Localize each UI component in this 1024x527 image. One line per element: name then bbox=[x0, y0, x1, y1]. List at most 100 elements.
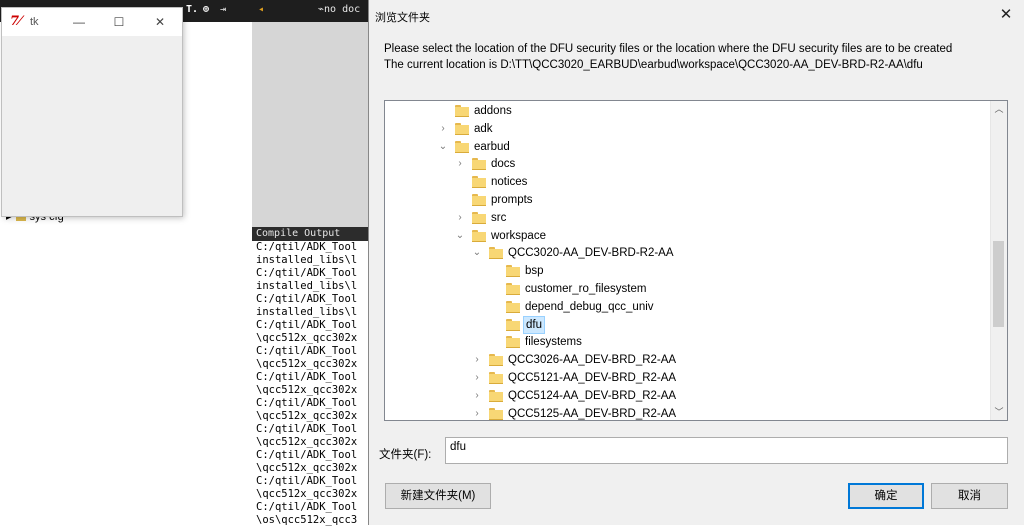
compile-output-line: C:/qtil/ADK_Tool bbox=[256, 423, 358, 435]
tree-node[interactable]: ⌄ workspace bbox=[385, 227, 985, 245]
tree-node-label: QCC5121-AA_DEV-BRD_R2-AA bbox=[508, 372, 677, 384]
chevron-right-icon[interactable]: › bbox=[472, 351, 482, 369]
tree-node[interactable]: › src bbox=[385, 209, 985, 227]
folder-icon bbox=[489, 389, 503, 402]
compile-output-line: C:/qtil/ADK_Tool bbox=[256, 475, 358, 487]
tree-node-label: src bbox=[491, 211, 507, 224]
chevron-down-icon[interactable]: ⌄ bbox=[472, 244, 482, 262]
compile-output-header: Compile Output bbox=[252, 227, 368, 241]
maximize-button[interactable]: ☐ bbox=[106, 12, 132, 32]
tree-node[interactable]: depend_debug_qcc_univ bbox=[385, 298, 985, 316]
tk-close-button[interactable]: ✕ bbox=[147, 12, 173, 32]
tree-node[interactable]: › adk bbox=[385, 120, 985, 138]
tree-node-label: workspace bbox=[491, 229, 546, 242]
tk-window-title: tk bbox=[30, 16, 39, 28]
compile-output-line: C:/qtil/ADK_Tool bbox=[256, 371, 358, 383]
tree-node[interactable]: › QCC5121-AA_DEV-BRD_R2-AA bbox=[385, 369, 985, 387]
folder-icon bbox=[472, 211, 486, 224]
tk-titlebar[interactable]: 7⁄ tk — ☐ ✕ bbox=[2, 8, 182, 36]
tree-vertical-scrollbar[interactable]: ︿ ﹀ bbox=[990, 101, 1007, 420]
editor-area bbox=[252, 22, 368, 227]
tree-node[interactable]: customer_ro_filesystem bbox=[385, 280, 985, 298]
toolbar-button-3[interactable]: ⇥ bbox=[220, 4, 226, 15]
tree-node-label: prompts bbox=[491, 194, 533, 206]
folder-icon bbox=[455, 105, 469, 117]
compile-output-line: \qcc512x_qcc302x bbox=[256, 384, 358, 396]
folder-tree[interactable]: addons › adk ⌄ earbud › docs notices prompts › src… bbox=[384, 100, 1008, 421]
compile-output-line: installed_libs\l bbox=[256, 306, 358, 318]
compile-output-line: \qcc512x_qcc302x bbox=[256, 488, 358, 500]
chevron-right-icon[interactable]: › bbox=[455, 209, 465, 227]
folder-icon bbox=[506, 283, 520, 295]
tree-node[interactable]: prompts bbox=[385, 191, 985, 209]
minimize-button[interactable]: — bbox=[66, 12, 92, 32]
tree-node[interactable]: dfu bbox=[385, 315, 985, 334]
folder-icon bbox=[489, 354, 503, 367]
compile-output-line: C:/qtil/ADK_Tool bbox=[256, 319, 358, 331]
back-arrow-icon[interactable]: ◂ bbox=[258, 4, 264, 15]
tree-node[interactable]: notices bbox=[385, 173, 985, 191]
cancel-button[interactable]: 取消 bbox=[931, 483, 1008, 509]
chevron-down-icon[interactable]: ⌄ bbox=[438, 138, 448, 156]
folder-icon bbox=[472, 176, 486, 189]
new-folder-button[interactable]: 新建文件夹(M) bbox=[385, 483, 491, 509]
tree-node-label: depend_debug_qcc_univ bbox=[525, 300, 654, 313]
tree-node[interactable]: addons bbox=[385, 102, 985, 120]
tree-node-label: adk bbox=[474, 122, 493, 135]
tree-node-label: filesystems bbox=[525, 336, 582, 349]
tree-node-label: QCC5125-AA_DEV-BRD_R2-AA bbox=[508, 407, 677, 420]
chevron-right-icon[interactable]: › bbox=[472, 369, 482, 387]
compile-output-line: C:/qtil/ADK_Tool bbox=[256, 267, 358, 279]
tree-node-label: QCC3020-AA_DEV-BRD-R2-AA bbox=[508, 247, 674, 260]
compile-output-line: \qcc512x_qcc302x bbox=[256, 358, 358, 370]
chevron-right-icon[interactable]: › bbox=[472, 387, 482, 405]
toolbar-button-1[interactable]: T. bbox=[186, 4, 198, 15]
compile-output-line: \qcc512x_qcc302x bbox=[256, 410, 358, 422]
compile-output-line: \qcc512x_qcc302x bbox=[256, 332, 358, 344]
compile-output-lines: C:/qtil/ADK_Tool installed_libs\l C:/qtil/… bbox=[252, 241, 368, 527]
compile-output-line: C:/qtil/ADK_Tool bbox=[256, 241, 358, 253]
chevron-right-icon[interactable]: › bbox=[438, 120, 448, 138]
folder-icon bbox=[472, 194, 486, 206]
tree-node[interactable]: bsp bbox=[385, 262, 985, 280]
tree-node-label: bsp bbox=[525, 265, 544, 278]
compile-output-line: \qcc512x_qcc302x bbox=[256, 436, 358, 448]
tree-node-label: notices bbox=[491, 176, 528, 189]
dialog-close-button[interactable]: ✕ bbox=[996, 5, 1016, 25]
tree-node[interactable]: › QCC3026-AA_DEV-BRD_R2-AA bbox=[385, 351, 985, 369]
scroll-up-button[interactable]: ︿ bbox=[991, 101, 1007, 117]
tree-node-label: dfu bbox=[523, 315, 545, 334]
tk-window[interactable]: 7⁄ tk — ☐ ✕ bbox=[2, 8, 182, 216]
compile-output-line: C:/qtil/ADK_Tool bbox=[256, 397, 358, 409]
folder-name-input[interactable]: dfu bbox=[445, 437, 1008, 464]
folder-icon bbox=[506, 318, 520, 331]
folder-icon bbox=[489, 407, 503, 420]
chevron-right-icon[interactable]: › bbox=[455, 155, 465, 173]
chevron-right-icon[interactable]: › bbox=[472, 405, 482, 420]
tree-node-label: QCC3026-AA_DEV-BRD_R2-AA bbox=[508, 354, 677, 367]
tree-node[interactable]: filesystems bbox=[385, 333, 985, 351]
toolbar-doc-label: ⌁no doc bbox=[318, 4, 361, 15]
dialog-instruction: Please select the location of the DFU se… bbox=[384, 43, 953, 55]
tk-logo-icon: 7⁄ bbox=[10, 14, 22, 29]
folder-field-label: 文件夹(F): bbox=[379, 449, 432, 461]
chevron-down-icon[interactable]: ⌄ bbox=[455, 227, 465, 245]
folder-icon bbox=[455, 140, 469, 153]
folder-icon bbox=[506, 265, 520, 278]
tree-node[interactable]: › QCC5124-AA_DEV-BRD_R2-AA bbox=[385, 387, 985, 405]
tree-node[interactable]: ⌄ earbud bbox=[385, 138, 985, 156]
tree-node[interactable]: ⌄ QCC3020-AA_DEV-BRD-R2-AA bbox=[385, 244, 985, 262]
scroll-thumb[interactable] bbox=[993, 241, 1004, 327]
ok-button[interactable]: 确定 bbox=[848, 483, 924, 509]
tree-node-label: earbud bbox=[474, 140, 510, 153]
compile-output-line: \os\qcc512x_qcc3 bbox=[256, 514, 358, 526]
browse-folder-dialog: 浏览文件夹 ✕ Please select the location of th… bbox=[368, 0, 1024, 525]
scroll-down-button[interactable]: ﹀ bbox=[991, 404, 1007, 420]
tree-node[interactable]: › docs bbox=[385, 155, 985, 173]
current-location-text: The current location is D:\TT\QCC3020_EA… bbox=[384, 59, 923, 71]
tree-node[interactable]: › QCC5125-AA_DEV-BRD_R2-AA bbox=[385, 405, 985, 420]
compile-output-line: C:/qtil/ADK_Tool bbox=[256, 293, 358, 305]
compile-output-line: C:/qtil/ADK_Tool bbox=[256, 345, 358, 357]
compile-output-line: installed_libs\l bbox=[256, 254, 358, 266]
toolbar-button-2[interactable]: ⊕ bbox=[203, 4, 209, 15]
